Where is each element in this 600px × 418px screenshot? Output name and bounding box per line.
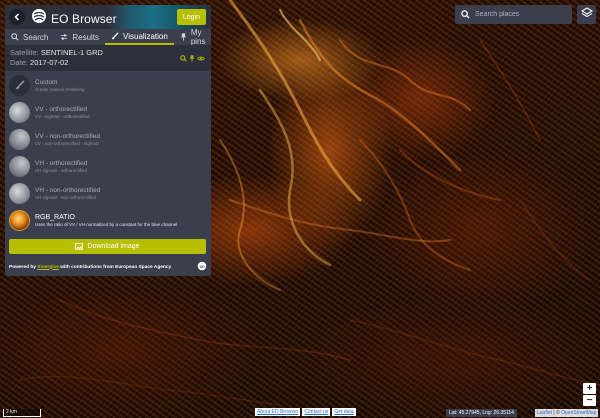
visualization-title: Custom [35,78,58,86]
visualization-description: VV - sigma0 - orthorectified [35,113,90,119]
powered-prefix: Powered by [9,264,36,270]
tab-results[interactable]: Results [54,29,105,45]
visualization-thumbnail [9,102,30,123]
visualization-item-vv-ortho[interactable]: VV - orthorectified VV - sigma0 - orthor… [5,99,211,126]
visualization-item-vv-non-ortho[interactable]: VV - non-orthorectified VV - non-orthore… [5,126,211,153]
login-button[interactable]: Login [176,9,206,25]
powered-by: Powered by Sinergise with contributions … [9,261,207,273]
download-image-button[interactable]: Download image [9,239,206,254]
visualization-thumbnail [9,183,30,204]
collapse-button[interactable] [9,9,25,25]
powered-suffix: with contributions from European Space A… [60,264,172,270]
pin-icon [180,33,187,41]
search-icon [11,33,19,41]
visualization-item-vh-ortho[interactable]: VH - orthorectified VH sigma0 - orthorec… [5,153,211,180]
tab-visualization-label: Visualization [123,31,168,41]
visualization-title: VV - orthorectified [35,105,88,113]
visualization-thumbnail [9,129,30,150]
layers-icon [580,6,593,24]
custom-thumbnail [9,75,30,96]
date-value: 2017-07-02 [30,58,69,67]
tab-search-label: Search [23,32,49,42]
tab-my-pins-label: My pins [190,28,206,46]
visualization-thumbnail [9,156,30,177]
zoom-in-button[interactable]: + [583,383,596,394]
satellite-label: Satellite: [10,48,39,57]
leaflet-link[interactable]: Leaflet [537,410,552,416]
sliders-icon [60,33,68,41]
tab-my-pins[interactable]: My pins [174,28,211,46]
chevron-left-icon [13,8,21,26]
satellite-info: Satellite: SENTINEL-1 GRD Date: 2017-07-… [5,45,211,71]
visualization-item-rgb-ratio[interactable]: RGB_RATIO Uses the ratio of VV / VH norm… [5,207,211,234]
visualization-description: VH sigma0 - non-orthorectified [35,194,97,200]
date-row: Date: 2017-07-02 [10,58,206,68]
layers-button[interactable] [577,5,596,24]
scale-bar: 2 km [3,409,41,417]
zoom-to-tile-icon[interactable] [180,49,187,67]
panel-header: EO Browser Login [5,5,211,29]
visibility-icon[interactable] [197,49,205,67]
cc-license-icon[interactable]: cc [197,261,207,273]
brush-icon [111,32,119,40]
search-icon [455,10,475,19]
satellite-row: Satellite: SENTINEL-1 GRD [10,48,206,58]
image-icon [75,243,84,250]
visualization-description: VH sigma0 - orthorectified [35,167,88,173]
visualization-title: VH - orthorectified [35,159,88,167]
tab-results-label: Results [72,32,100,42]
search-places-box[interactable] [455,5,572,24]
visualization-item-custom[interactable]: Custom Create custom rendering [5,72,211,99]
visualization-description: Create custom rendering [35,86,85,92]
zoom-out-button[interactable]: − [583,395,596,406]
get-data-link[interactable]: Get data [332,408,356,416]
satellite-value: SENTINEL-1 GRD [40,48,103,57]
sinergise-link[interactable]: Sinergise [37,265,59,270]
map-attribution: Leaflet | © OpenStreetMap [535,409,599,417]
svg-text:cc: cc [199,264,205,269]
tab-visualization[interactable]: Visualization [105,29,174,45]
tab-search[interactable]: Search [5,29,54,45]
pin-icon[interactable] [189,49,195,67]
satellite-actions [180,49,205,67]
cursor-coordinates: Lat: 45.27945, Lng: 26.35114 [446,409,517,417]
visualization-title: VH - non-orthorectified [35,186,101,194]
visualization-thumbnail [9,210,30,231]
visualization-description: Uses the ratio of VV / VH normalized by … [35,221,178,227]
visualization-item-vh-non-ortho[interactable]: VH - non-orthorectified VH sigma0 - non-… [5,180,211,207]
sidebar-panel: EO Browser Login Search Results Visualiz… [5,5,211,276]
globe-icon [31,8,47,29]
date-label: Date: [10,58,28,67]
visualization-description: VV - non-orthorectified - sigma0 [35,140,99,146]
contact-link[interactable]: Contact us [302,408,331,416]
tab-bar: Search Results Visualization My pins [5,28,211,46]
app-title: EO Browser [51,11,117,26]
brush-icon [15,77,25,95]
app-logo: EO Browser [31,8,117,29]
search-places-input[interactable] [475,11,565,18]
visualization-title: RGB_RATIO [35,213,75,221]
visualization-list: Custom Create custom rendering VV - orth… [5,71,211,234]
about-link[interactable]: About EO Browser [255,408,301,416]
openstreetmap-link[interactable]: OpenStreetMap [561,410,596,416]
download-image-label: Download image [87,243,140,250]
visualization-title: VV - non-orthorectified [35,132,101,140]
footer-links: About EO Browser Contact us Get data [255,408,356,416]
zoom-controls: + − [583,383,596,406]
attribution-separator: | © [552,410,562,416]
